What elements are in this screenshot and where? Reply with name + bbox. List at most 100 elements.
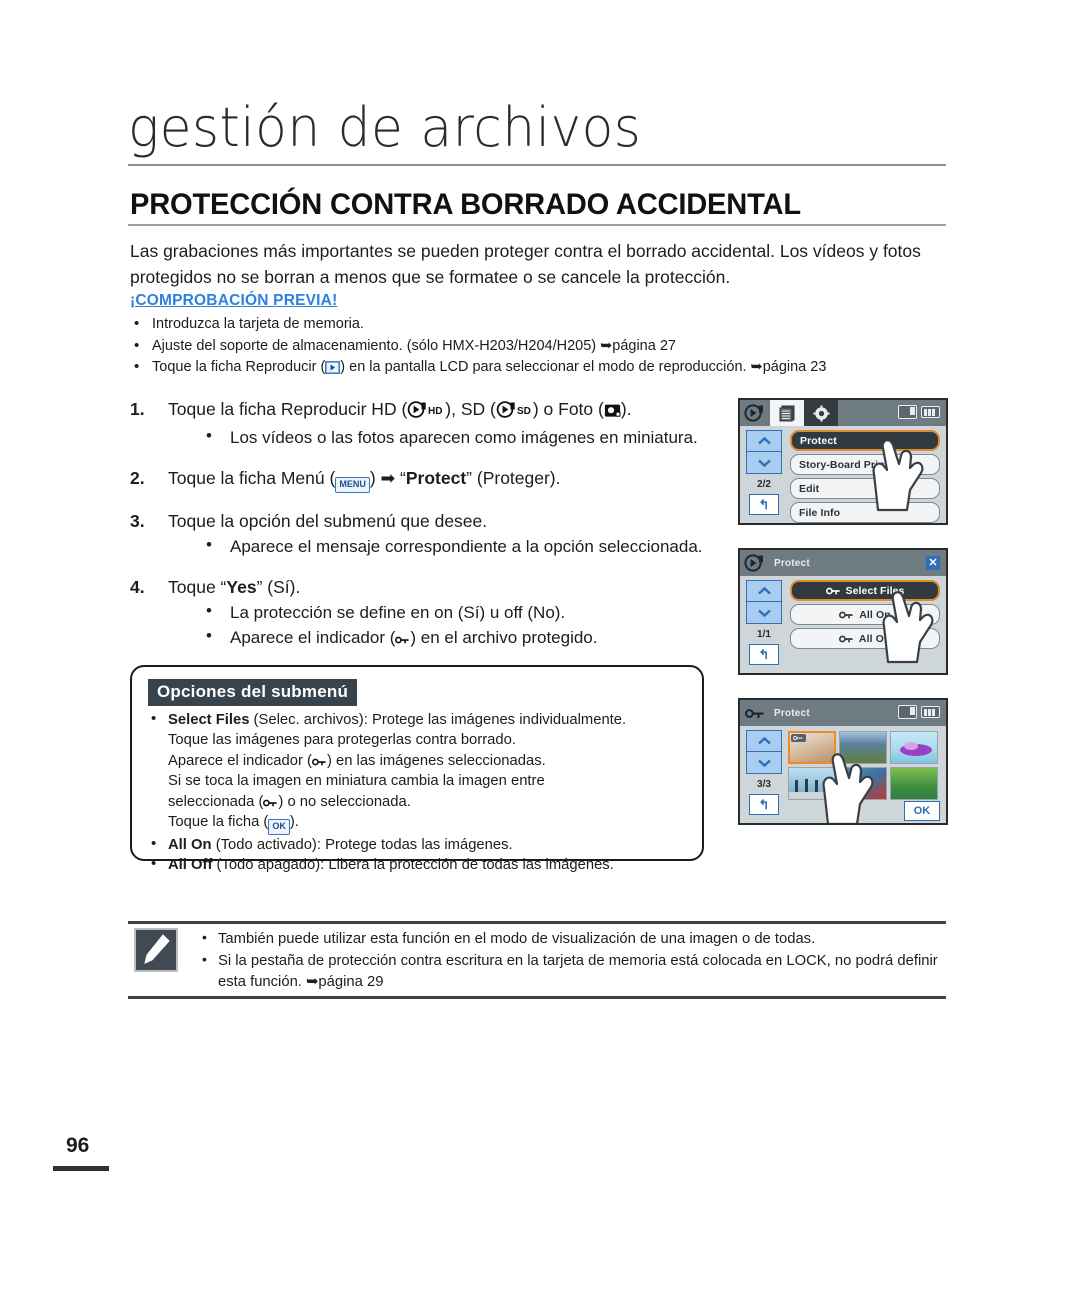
protect-indicator-icon [263,794,278,807]
ok-button[interactable]: OK [904,801,940,821]
menu-item-edit[interactable]: Edit [790,478,940,499]
key-icon [838,634,854,644]
step-1: 1. Toque la ficha Reproducir HD (HD), SD … [130,396,750,450]
select-files-line: seleccionada () o no seleccionada. [168,793,411,810]
playback-mode-icon[interactable] [740,402,770,424]
list-item: Ajuste del soporte de almacenamiento. (s… [130,335,960,358]
scroll-up-button[interactable] [746,580,782,602]
nav-column: 2/2 ↰ [746,430,782,515]
list-item: Introduzca la tarjeta de memoria. [130,313,960,336]
lcd-body: 3/3 ↰ OK [740,726,946,823]
list-item: All Off (Todo apagado): Libera la protec… [148,854,693,875]
section-heading: PROTECCIÓN CONTRA BORRADO ACCIDENTAL [130,188,801,221]
step-text-post: ). [620,399,632,419]
manual-page: gestión de archivos PROTECCIÓN CONTRA BO… [0,0,1080,1289]
step-4: 4. Toque “Yes” (Sí). La protección se def… [130,574,750,650]
title-divider [128,164,946,166]
notes-list: También puede utilizar esta función en e… [198,927,943,994]
menu-item-all-off[interactable]: All Off [790,628,940,649]
menu-item-file-info[interactable]: File Info [790,502,940,523]
scroll-up-button[interactable] [746,730,782,752]
settings-gear-icon[interactable] [804,400,838,426]
protect-rows: Select Files All On All Off [790,580,940,652]
lcd-screen-protect-submenu: Protect ✕ 1/1 ↰ Select Files All On All … [738,548,948,675]
protect-badge-icon [791,734,806,742]
nav-column: 1/1 ↰ [746,580,782,665]
menu-item-story-board-print[interactable]: Story-Board Print [790,454,940,475]
precheck-list: Introduzca la tarjeta de memoria. Ajuste… [130,313,960,382]
svg-text:HD: HD [428,406,442,417]
step-text-post: ” (Sí). [256,577,301,597]
lcd-body: 2/2 ↰ Protect Story-Board Print Edit Fil… [740,426,946,523]
menu-rows: Protect Story-Board Print Edit File Info [790,430,940,523]
svg-text:SD: SD [517,406,531,417]
steps-list: 1. Toque la ficha Reproducir HD (HD), SD … [130,396,750,653]
key-icon [839,610,854,620]
back-button[interactable]: ↰ [749,794,779,815]
step-2: 2. Toque la ficha Menú (MENU) ➡ “Protect”… [130,465,750,493]
lcd-header: Protect [740,700,946,726]
thumbnail-item[interactable] [839,767,887,800]
step-text-mid2: ) o Foto ( [532,399,604,419]
lcd-body: 1/1 ↰ Select Files All On All Off [740,576,946,673]
menu-item-all-on[interactable]: All On [790,604,940,625]
note-divider-top [128,921,946,924]
step-number: 3. [130,511,145,531]
list-item: También puede utilizar esta función en e… [198,927,943,951]
status-indicators [898,705,940,719]
menu-item-label: All On [859,608,891,621]
close-icon[interactable]: ✕ [926,556,940,570]
back-button[interactable]: ↰ [749,644,779,665]
thumbnail-item[interactable] [890,767,938,800]
menu-tab-icon: MENU [335,477,370,493]
playback-mode-icon [740,552,770,574]
menu-tab-icon[interactable] [770,400,804,426]
list-item: Si la pestaña de protección contra escri… [198,949,943,994]
all-on-label: All On [168,837,212,854]
step-3: 3. Toque la opción del submenú que desee.… [130,508,750,559]
photo-tab-icon [604,399,621,425]
screen-title: Protect [774,707,810,719]
select-files-line: Toque la ficha (OK). [148,812,693,836]
scroll-down-button[interactable] [746,602,782,624]
key-icon [825,586,841,596]
memory-card-icon [898,705,917,719]
submenu-options-list: Select Files (Selec. archivos): Protege … [148,709,693,876]
menu-item-select-files[interactable]: Select Files [790,580,940,601]
step-number: 2. [130,468,145,488]
precheck-heading: ¡COMPROBACIÓN PREVIA! [130,292,338,309]
step-text: Toque la opción del submenú que desee. [168,511,488,531]
all-off-desc: (Todo apagado): Libera la protección de … [212,857,614,874]
thumbnail-item[interactable] [890,731,938,764]
step-text-post-arrow: ) ➡ “ [369,468,406,488]
thumbnail-item[interactable] [788,731,836,764]
step-number: 4. [130,577,145,597]
step-number: 1. [130,399,145,419]
menu-item-label: All Off [858,632,892,645]
scroll-down-button[interactable] [746,752,782,774]
menu-item-protect[interactable]: Protect [790,430,940,451]
scroll-up-button[interactable] [746,430,782,452]
thumbnail-item[interactable] [788,767,836,800]
ok-tab-icon: OK [268,819,290,836]
list-item: All On (Todo activado): Protege todas la… [148,834,693,855]
status-indicators [898,405,940,419]
submenu-options-heading: Opciones del submenú [148,679,358,706]
menu-item-label: Select Files [845,584,905,597]
all-on-desc: (Todo activado): Protege todas las imáge… [211,837,513,854]
page-number-rule [53,1166,109,1171]
step-text-pre: Toque la ficha Reproducir HD ( [168,399,408,419]
back-button[interactable]: ↰ [749,494,779,515]
screen-title: Protect [774,557,810,569]
protect-indicator-icon [311,753,327,766]
step-1-sub: Los vídeos o las fotos aparecen como imá… [168,423,750,450]
note-pencil-icon [134,928,178,972]
select-files-line: Si se toca la imagen en miniatura cambia… [168,773,545,790]
battery-icon [921,706,940,718]
thumbnail-grid [788,731,940,800]
scroll-down-button[interactable] [746,452,782,474]
thumbnail-item[interactable] [839,731,887,764]
